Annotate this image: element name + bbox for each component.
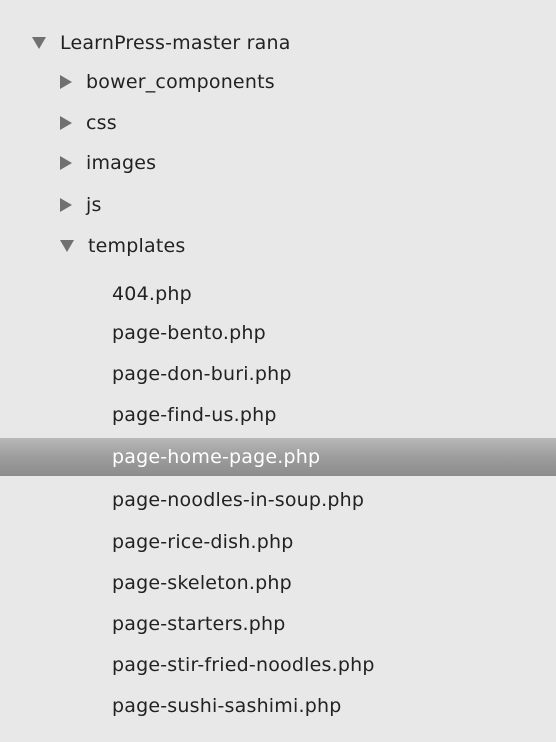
- tree-item-folder-bower-components[interactable]: bower_components: [0, 63, 556, 101]
- tree-item-label: js: [86, 194, 102, 216]
- tree-item-folder-templates[interactable]: templates: [0, 227, 556, 265]
- tree-item-label: page-don-buri.php: [112, 363, 292, 385]
- triangle-right-icon[interactable]: [60, 75, 72, 89]
- tree-item-folder-css[interactable]: css: [0, 104, 556, 142]
- tree-item-label: page-skeleton.php: [112, 572, 292, 594]
- tree-item-label: css: [86, 112, 117, 134]
- tree-item-label: images: [86, 152, 157, 174]
- tree-item-label: page-find-us.php: [112, 404, 277, 426]
- triangle-right-icon[interactable]: [60, 116, 72, 130]
- tree-item-label: LearnPress-master rana: [60, 32, 291, 54]
- tree-item-file-selected[interactable]: page-home-page.php: [0, 438, 556, 476]
- triangle-down-icon[interactable]: [32, 37, 46, 49]
- tree-item-file[interactable]: page-starters.php: [0, 605, 556, 643]
- tree-item-file[interactable]: page-noodles-in-soup.php: [0, 481, 556, 519]
- tree-item-file[interactable]: page-skeleton.php: [0, 564, 556, 602]
- tree-item-file[interactable]: page-find-us.php: [0, 396, 556, 434]
- tree-item-file[interactable]: page-stir-fried-noodles.php: [0, 646, 556, 684]
- tree-item-label: 404.php: [112, 283, 192, 305]
- tree-item-file[interactable]: page-bento.php: [0, 314, 556, 352]
- tree-item-root[interactable]: LearnPress-master rana: [0, 24, 556, 62]
- triangle-right-icon[interactable]: [60, 198, 72, 212]
- triangle-down-icon[interactable]: [60, 240, 74, 252]
- tree-item-label: page-stir-fried-noodles.php: [112, 654, 375, 676]
- tree-item-label: page-home-page.php: [112, 446, 321, 468]
- tree-item-file[interactable]: page-rice-dish.php: [0, 523, 556, 561]
- tree-item-label: page-noodles-in-soup.php: [112, 489, 365, 511]
- tree-item-label: page-rice-dish.php: [112, 531, 294, 553]
- tree-item-label: templates: [88, 235, 186, 257]
- tree-item-file[interactable]: page-don-buri.php: [0, 355, 556, 393]
- tree-item-label: bower_components: [86, 71, 275, 93]
- tree-item-file[interactable]: page-sushi-sashimi.php: [0, 687, 556, 725]
- tree-item-label: page-starters.php: [112, 613, 286, 635]
- tree-item-folder-js[interactable]: js: [0, 186, 556, 224]
- file-tree: LearnPress-master rana bower_components …: [0, 0, 556, 742]
- tree-item-folder-images[interactable]: images: [0, 144, 556, 182]
- tree-item-file[interactable]: 404.php: [0, 275, 556, 313]
- tree-item-label: page-sushi-sashimi.php: [112, 695, 342, 717]
- tree-item-label: page-bento.php: [112, 322, 266, 344]
- triangle-right-icon[interactable]: [60, 156, 72, 170]
